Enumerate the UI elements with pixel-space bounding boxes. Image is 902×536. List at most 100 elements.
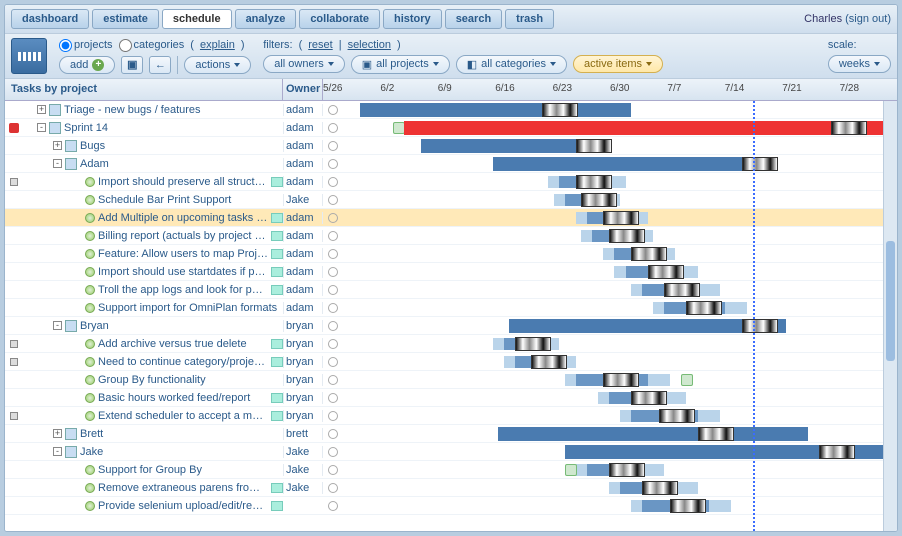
status-ring-icon[interactable] bbox=[328, 447, 338, 457]
task-row[interactable]: Schedule Bar Print SupportJake bbox=[5, 191, 897, 209]
drag-handle[interactable] bbox=[686, 301, 722, 315]
drag-handle[interactable] bbox=[642, 481, 678, 495]
drag-handle[interactable] bbox=[609, 463, 645, 477]
task-row[interactable]: -Adamadam bbox=[5, 155, 897, 173]
note-icon[interactable] bbox=[271, 267, 283, 277]
task-row[interactable]: +Bugsadam bbox=[5, 137, 897, 155]
tab-schedule[interactable]: schedule bbox=[162, 9, 232, 29]
tab-search[interactable]: search bbox=[445, 9, 502, 29]
tree-toggle-icon[interactable]: - bbox=[53, 159, 62, 168]
note-marker-icon[interactable] bbox=[681, 374, 693, 386]
timeline-cell[interactable] bbox=[343, 227, 897, 244]
task-row[interactable]: Provide selenium upload/edit/remove feat… bbox=[5, 497, 897, 515]
timeline-cell[interactable] bbox=[343, 479, 897, 496]
task-row[interactable]: Troll the app logs and look for potentia… bbox=[5, 281, 897, 299]
status-ring-icon[interactable] bbox=[328, 285, 338, 295]
projects-radio[interactable]: projects bbox=[59, 39, 113, 52]
status-ring-icon[interactable] bbox=[328, 195, 338, 205]
status-ring-icon[interactable] bbox=[328, 123, 338, 133]
calendar-icon[interactable] bbox=[11, 38, 47, 74]
drag-handle[interactable] bbox=[742, 319, 778, 333]
status-ring-icon[interactable] bbox=[328, 177, 338, 187]
timeline-cell[interactable] bbox=[343, 425, 897, 442]
task-row[interactable]: Extend scheduler to accept a max level o… bbox=[5, 407, 897, 425]
task-row[interactable]: Add Multiple on upcoming tasks on daadam bbox=[5, 209, 897, 227]
status-ring-icon[interactable] bbox=[328, 393, 338, 403]
drag-handle[interactable] bbox=[648, 265, 684, 279]
timeline-cell[interactable] bbox=[343, 119, 897, 136]
drag-handle[interactable] bbox=[631, 391, 667, 405]
note-icon[interactable] bbox=[271, 357, 283, 367]
status-ring-icon[interactable] bbox=[328, 501, 338, 511]
status-ring-icon[interactable] bbox=[328, 465, 338, 475]
scrollbar-vertical[interactable] bbox=[883, 101, 897, 531]
owner-col-header[interactable]: Owner bbox=[283, 79, 323, 100]
tab-collaborate[interactable]: collaborate bbox=[299, 9, 380, 29]
task-row[interactable]: -Bryanbryan bbox=[5, 317, 897, 335]
timeline-cell[interactable] bbox=[343, 461, 897, 478]
tab-trash[interactable]: trash bbox=[505, 9, 554, 29]
status-ring-icon[interactable] bbox=[328, 375, 338, 385]
timeline-cell[interactable] bbox=[343, 263, 897, 280]
tab-estimate[interactable]: estimate bbox=[92, 9, 159, 29]
tab-analyze[interactable]: analyze bbox=[235, 9, 297, 29]
categories-radio[interactable]: categories bbox=[119, 39, 185, 52]
timeline-cell[interactable] bbox=[343, 137, 897, 154]
tab-history[interactable]: history bbox=[383, 9, 442, 29]
timeline-cell[interactable] bbox=[343, 407, 897, 424]
timeline-cell[interactable] bbox=[343, 155, 897, 172]
scroll-thumb[interactable] bbox=[886, 241, 895, 361]
drag-handle[interactable] bbox=[831, 121, 867, 135]
weeks-scale[interactable]: weeks bbox=[828, 55, 891, 73]
timeline-cell[interactable] bbox=[343, 443, 897, 460]
task-row[interactable]: Group By functionalitybryan bbox=[5, 371, 897, 389]
reset-link[interactable]: reset bbox=[308, 39, 332, 51]
note-icon[interactable] bbox=[271, 213, 283, 223]
status-ring-icon[interactable] bbox=[328, 267, 338, 277]
status-ring-icon[interactable] bbox=[328, 321, 338, 331]
timeline-cell[interactable] bbox=[343, 101, 897, 118]
task-row[interactable]: Import should use startdates if possible… bbox=[5, 263, 897, 281]
note-icon[interactable] bbox=[271, 249, 283, 259]
drag-handle[interactable] bbox=[659, 409, 695, 423]
status-ring-icon[interactable] bbox=[328, 483, 338, 493]
tree-toggle-icon[interactable]: - bbox=[53, 321, 62, 330]
selection-link[interactable]: selection bbox=[348, 39, 391, 51]
status-ring-icon[interactable] bbox=[328, 159, 338, 169]
back-arrow-button[interactable]: ← bbox=[149, 56, 171, 74]
active-items-filter[interactable]: active items bbox=[573, 55, 663, 73]
signout-link[interactable]: (sign out) bbox=[845, 13, 891, 25]
timeline-cell[interactable] bbox=[343, 173, 897, 190]
status-ring-icon[interactable] bbox=[328, 357, 338, 367]
timeline-cell[interactable] bbox=[343, 191, 897, 208]
drag-handle[interactable] bbox=[515, 337, 551, 351]
status-ring-icon[interactable] bbox=[328, 105, 338, 115]
status-ring-icon[interactable] bbox=[328, 231, 338, 241]
timeline-cell[interactable] bbox=[343, 389, 897, 406]
collapse-button[interactable]: ▣ bbox=[121, 56, 143, 74]
note-icon[interactable] bbox=[271, 393, 283, 403]
note-icon[interactable] bbox=[271, 177, 283, 187]
timeline-cell[interactable] bbox=[343, 335, 897, 352]
gantt-bar[interactable] bbox=[404, 121, 897, 135]
tree-toggle-icon[interactable]: - bbox=[37, 123, 46, 132]
drag-handle[interactable] bbox=[670, 499, 706, 513]
all-owners-filter[interactable]: all owners bbox=[263, 55, 345, 73]
note-icon[interactable] bbox=[271, 339, 283, 349]
task-row[interactable]: Add archive versus true deletebryan bbox=[5, 335, 897, 353]
all-projects-filter[interactable]: ▣ all projects bbox=[351, 55, 450, 74]
note-marker-icon[interactable] bbox=[565, 464, 577, 476]
timeline-cell[interactable] bbox=[343, 371, 897, 388]
tasks-col-header[interactable]: Tasks by project bbox=[5, 79, 283, 100]
task-row[interactable]: +Brettbrett bbox=[5, 425, 897, 443]
gantt-bar[interactable] bbox=[498, 427, 808, 441]
tab-dashboard[interactable]: dashboard bbox=[11, 9, 89, 29]
timeline-cell[interactable] bbox=[343, 281, 897, 298]
drag-handle[interactable] bbox=[609, 229, 645, 243]
drag-handle[interactable] bbox=[698, 427, 734, 441]
explain-link[interactable]: explain bbox=[200, 39, 235, 51]
tree-toggle-icon[interactable]: + bbox=[37, 105, 46, 114]
task-row[interactable]: Billing report (actuals by project and b… bbox=[5, 227, 897, 245]
drag-handle[interactable] bbox=[631, 247, 667, 261]
drag-handle[interactable] bbox=[742, 157, 778, 171]
